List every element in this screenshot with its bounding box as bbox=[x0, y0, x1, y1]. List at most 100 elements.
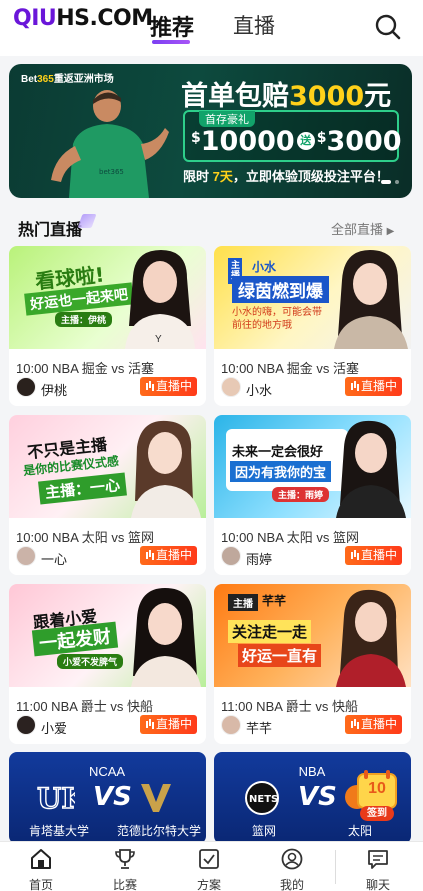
live-badge: 直播中 bbox=[345, 546, 402, 565]
stream-thumbnail: 看球啦! 好运也一起来吧 主播：伊桃 Y bbox=[9, 246, 206, 349]
checklist-icon bbox=[199, 849, 219, 869]
checkin-day-number: 10 bbox=[368, 780, 386, 797]
nav-divider bbox=[335, 850, 336, 884]
thumb-headline: 小水 bbox=[252, 260, 277, 274]
nav-chat[interactable]: 聊天 bbox=[348, 842, 408, 891]
thumb-side-tag: 主播 bbox=[228, 594, 258, 611]
chat-icon bbox=[368, 850, 388, 869]
streamer-photo bbox=[336, 420, 406, 518]
anchor-name: 伊桃 bbox=[41, 383, 68, 398]
match-card[interactable]: NBA NETS VS 篮网 太阳 10 签到 bbox=[214, 752, 411, 844]
avatar bbox=[221, 377, 241, 397]
user-icon bbox=[281, 848, 303, 870]
bottom-navigation: 首页 比赛 方案 我的 聊天 bbox=[0, 841, 423, 891]
active-tab-indicator bbox=[152, 40, 190, 44]
banner-footer-text: 限时 7天，立即体验顶级投注平台！ bbox=[183, 169, 389, 184]
away-team-name: 范德比尔特大学 bbox=[117, 824, 202, 838]
stream-thumbnail: 主播 芊芊 关注走一走 好运一直有 bbox=[214, 584, 411, 687]
stream-card[interactable]: 主播 芊芊 关注走一走 好运一直有 11:00 NBA 爵士 vs 快船 芊芊 … bbox=[214, 584, 411, 744]
thumb-tag: 小水的嗨，可能会带前往的地方哦 bbox=[232, 307, 322, 331]
match-title: 10:00 NBA 太阳 vs 篮网 bbox=[221, 530, 359, 545]
away-team-name: 太阳 bbox=[348, 824, 373, 838]
live-badge: 直播中 bbox=[140, 377, 197, 396]
match-title: 10:00 NBA 太阳 vs 篮网 bbox=[16, 530, 154, 545]
live-badge: 直播中 bbox=[345, 377, 402, 396]
view-all-live-link[interactable]: 全部直播 ▶ bbox=[331, 219, 394, 238]
nav-profile[interactable]: 我的 bbox=[262, 842, 322, 891]
nav-plans[interactable]: 方案 bbox=[179, 842, 239, 891]
search-button[interactable] bbox=[373, 12, 403, 42]
thumb-tag: 小爱不发脾气 bbox=[57, 654, 124, 669]
thumb-tag: 主播：雨婷 bbox=[272, 487, 330, 502]
anchor-name: 小爱 bbox=[41, 721, 68, 736]
nav-label: 聊天 bbox=[365, 878, 390, 891]
live-badge: 直播中 bbox=[140, 715, 197, 734]
tab-live[interactable]: 直播 bbox=[233, 10, 275, 40]
home-icon bbox=[31, 849, 51, 869]
streamer-photo bbox=[131, 588, 201, 687]
banner-offer-amount: $10000 送 $3000 bbox=[191, 126, 402, 157]
trophy-icon bbox=[115, 849, 135, 869]
live-badge: 直播中 bbox=[140, 546, 197, 565]
match-card[interactable]: NCAA UK VS 肯塔基大学 范德比尔特大学 bbox=[9, 752, 206, 844]
stream-thumbnail: 跟着小爱 一起发财 小爱不发脾气 bbox=[9, 584, 206, 687]
svg-text:Y: Y bbox=[155, 334, 162, 345]
thumb-headline: 未来一定会很好 bbox=[232, 445, 324, 460]
stream-thumbnail: 不只是主播 是你的比赛仪式感 主播：一心 bbox=[9, 415, 206, 518]
avatar bbox=[221, 715, 241, 735]
stream-card[interactable]: 未来一定会很好 因为有我你的宝 主播：雨婷 10:00 NBA 太阳 vs 篮网… bbox=[214, 415, 411, 575]
promo-banner[interactable]: Bet365重返亚洲市场 bet365 首单包赔3000元 首存豪礼 $1000… bbox=[9, 64, 412, 198]
streamer-photo bbox=[334, 250, 408, 349]
svg-text:NETS: NETS bbox=[249, 794, 278, 805]
svg-text:UK: UK bbox=[37, 782, 75, 814]
match-title: 10:00 NBA 掘金 vs 活塞 bbox=[16, 361, 154, 376]
carousel-dots[interactable] bbox=[381, 180, 399, 184]
chevron-right-icon: ▶ bbox=[386, 226, 395, 237]
versus-label: VS bbox=[93, 782, 132, 812]
stream-card[interactable]: 主播 小水 绿茵燃到爆 小水的嗨，可能会带前往的地方哦 10:00 NBA 掘金… bbox=[214, 246, 411, 406]
thumb-subline: 绿茵燃到爆 bbox=[232, 276, 329, 303]
thumb-subline: 因为有我你的宝 bbox=[230, 461, 332, 482]
avatar bbox=[16, 715, 36, 735]
banner-headline: 首单包赔3000元 bbox=[181, 81, 392, 112]
site-logo[interactable]: QIUHS.COM bbox=[13, 6, 153, 31]
nav-home[interactable]: 首页 bbox=[11, 842, 71, 891]
versus-label: VS bbox=[298, 782, 337, 812]
anchor-name: 小水 bbox=[246, 383, 273, 398]
anchor-name: 芊芊 bbox=[246, 721, 273, 736]
nav-matches[interactable]: 比赛 bbox=[95, 842, 155, 891]
nav-label: 首页 bbox=[28, 878, 53, 891]
stream-thumbnail: 未来一定会很好 因为有我你的宝 主播：雨婷 bbox=[214, 415, 411, 518]
svg-text:bet365: bet365 bbox=[99, 168, 124, 176]
match-title: 11:00 NBA 爵士 vs 快船 bbox=[221, 699, 359, 714]
streamer-photo bbox=[336, 589, 406, 687]
stream-card[interactable]: 看球啦! 好运也一起来吧 主播：伊桃 Y 10:00 NBA 掘金 vs 活塞 … bbox=[9, 246, 206, 406]
tab-recommend[interactable]: 推荐 bbox=[150, 10, 194, 42]
team-logo-nets: NETS bbox=[245, 781, 279, 815]
stream-card[interactable]: 跟着小爱 一起发财 小爱不发脾气 11:00 NBA 爵士 vs 快船 小爱 直… bbox=[9, 584, 206, 744]
nav-label: 方案 bbox=[196, 878, 221, 891]
match-title: 11:00 NBA 爵士 vs 快船 bbox=[16, 699, 154, 714]
thumb-headline: 关注走一走 bbox=[228, 620, 312, 643]
match-title: 10:00 NBA 掘金 vs 活塞 bbox=[221, 361, 359, 376]
live-badge: 直播中 bbox=[345, 715, 402, 734]
stream-thumbnail: 主播 小水 绿茵燃到爆 小水的嗨，可能会带前往的地方哦 bbox=[214, 246, 411, 349]
banner-model-image: bet365 bbox=[51, 90, 169, 198]
checkin-label: 签到 bbox=[360, 806, 394, 821]
section-title: 热门直播 bbox=[18, 220, 83, 239]
thumb-tag: 主播：一心 bbox=[38, 472, 127, 505]
checkin-floating-button[interactable]: 10 签到 bbox=[352, 766, 402, 822]
banner-tag: Bet365重返亚洲市场 bbox=[21, 74, 114, 85]
banner-offer-box: 首存豪礼 $10000 送 $3000 bbox=[183, 110, 402, 162]
nav-label: 比赛 bbox=[112, 878, 137, 891]
home-team-name: 篮网 bbox=[252, 824, 277, 838]
avatar bbox=[16, 546, 36, 566]
avatar bbox=[16, 377, 36, 397]
league-name: NCAA bbox=[88, 764, 126, 779]
league-name: NBA bbox=[298, 764, 326, 779]
team-logo-vanderbilt bbox=[141, 784, 171, 812]
banner-box-label: 首存豪礼 bbox=[199, 111, 255, 127]
anchor-name: 一心 bbox=[41, 552, 68, 567]
search-icon bbox=[375, 14, 401, 40]
stream-card[interactable]: 不只是主播 是你的比赛仪式感 主播：一心 10:00 NBA 太阳 vs 篮网 … bbox=[9, 415, 206, 575]
